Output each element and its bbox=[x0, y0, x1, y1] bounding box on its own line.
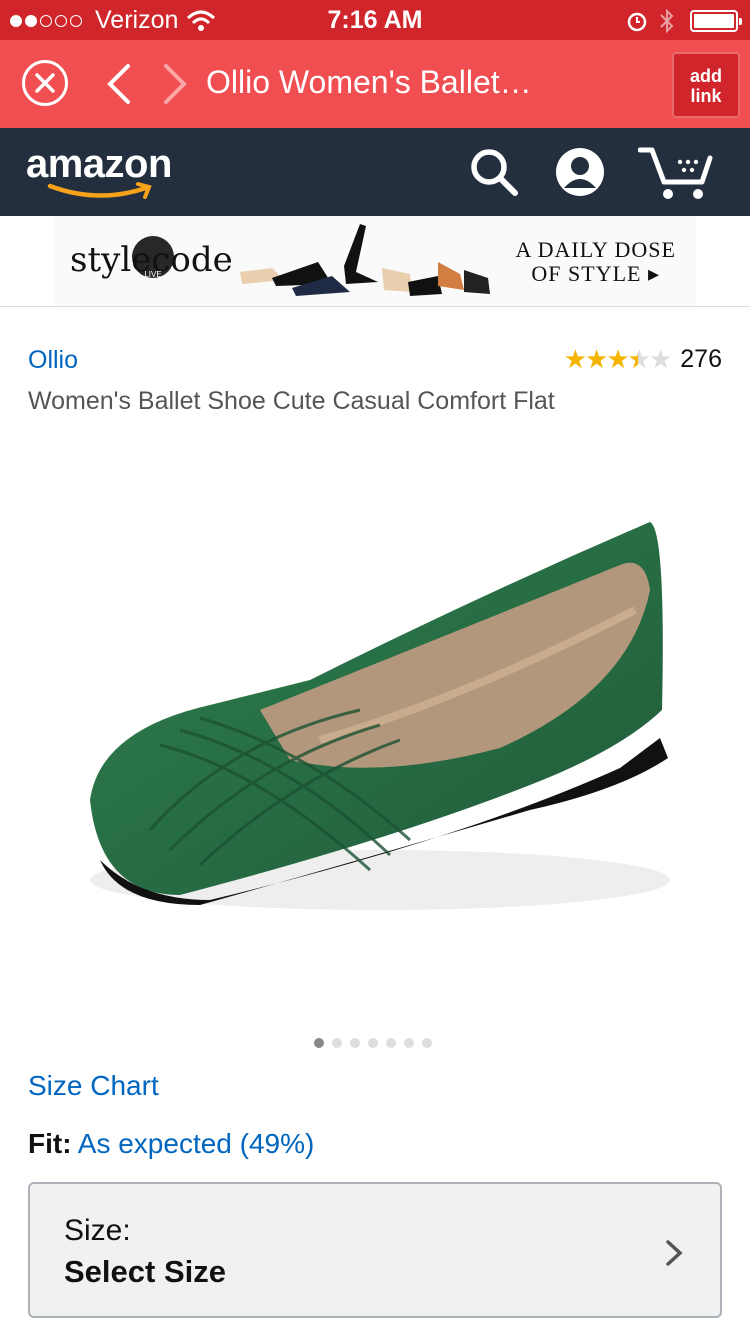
banner-tagline: A DAILY DOSE OF STYLE ▸ bbox=[515, 238, 676, 286]
product-image[interactable] bbox=[60, 500, 700, 930]
pager-dot[interactable] bbox=[314, 1038, 324, 1048]
account-icon[interactable] bbox=[554, 146, 606, 198]
search-icon[interactable] bbox=[468, 146, 520, 198]
status-bar: Verizon 7:16 AM bbox=[0, 0, 750, 40]
size-chart-link[interactable]: Size Chart bbox=[28, 1070, 159, 1102]
image-pager[interactable] bbox=[314, 1038, 440, 1048]
add-link-label-line1: add bbox=[689, 66, 722, 86]
style-code-banner[interactable]: stylecode LIVE A DAILY DOSE OF STYLE ▸ bbox=[54, 216, 696, 306]
pager-dot[interactable] bbox=[332, 1038, 342, 1048]
amazon-header: amazon bbox=[0, 128, 750, 216]
page-title: Ollio Women's Ballet… bbox=[206, 64, 532, 100]
product-title: Women's Ballet Shoe Cute Casual Comfort … bbox=[28, 387, 555, 415]
amazon-logo-text: amazon bbox=[26, 142, 172, 186]
size-selector[interactable]: Size: Select Size bbox=[28, 1182, 722, 1318]
fit-label: Fit: bbox=[28, 1128, 72, 1159]
review-count: 276 bbox=[680, 345, 722, 373]
banner-tagline-line1: A DAILY DOSE bbox=[515, 237, 676, 262]
star-rating-icon: ★★★★★★ bbox=[563, 344, 673, 374]
chevron-right-icon bbox=[666, 1240, 683, 1266]
amazon-logo[interactable]: amazon bbox=[26, 142, 172, 199]
fit-value-link[interactable]: As expected (49%) bbox=[78, 1128, 315, 1159]
alarm-icon bbox=[627, 12, 647, 32]
add-link-label-line2: link bbox=[690, 86, 722, 106]
pager-dot[interactable] bbox=[368, 1038, 378, 1048]
add-link-button[interactable]: add link bbox=[672, 52, 740, 118]
close-button[interactable] bbox=[22, 60, 68, 106]
pager-dot[interactable] bbox=[422, 1038, 432, 1048]
fit-info: Fit: As expected (49%) bbox=[28, 1128, 314, 1160]
cart-icon[interactable] bbox=[638, 144, 714, 200]
pager-dot[interactable] bbox=[386, 1038, 396, 1048]
brand-link[interactable]: Ollio bbox=[28, 346, 78, 375]
pager-dot[interactable] bbox=[350, 1038, 360, 1048]
close-icon bbox=[35, 73, 55, 93]
shoes-image bbox=[240, 224, 490, 296]
size-value: Select Size bbox=[64, 1254, 226, 1289]
smile-icon bbox=[47, 182, 152, 199]
bluetooth-icon bbox=[660, 8, 674, 34]
banner-tagline-line2: OF STYLE ▸ bbox=[531, 261, 661, 286]
battery-icon bbox=[690, 10, 742, 32]
rating[interactable]: ★★★★★★ 276 bbox=[564, 344, 722, 375]
size-label: Size: bbox=[64, 1214, 131, 1247]
forward-button[interactable] bbox=[160, 62, 190, 106]
pager-dot[interactable] bbox=[404, 1038, 414, 1048]
browser-toolbar: Ollio Women's Ballet… add link bbox=[0, 40, 750, 128]
banner-divider bbox=[0, 306, 750, 307]
back-button[interactable] bbox=[104, 62, 134, 106]
banner-live-badge: LIVE bbox=[132, 236, 174, 279]
banner-live-text: LIVE bbox=[144, 270, 162, 279]
